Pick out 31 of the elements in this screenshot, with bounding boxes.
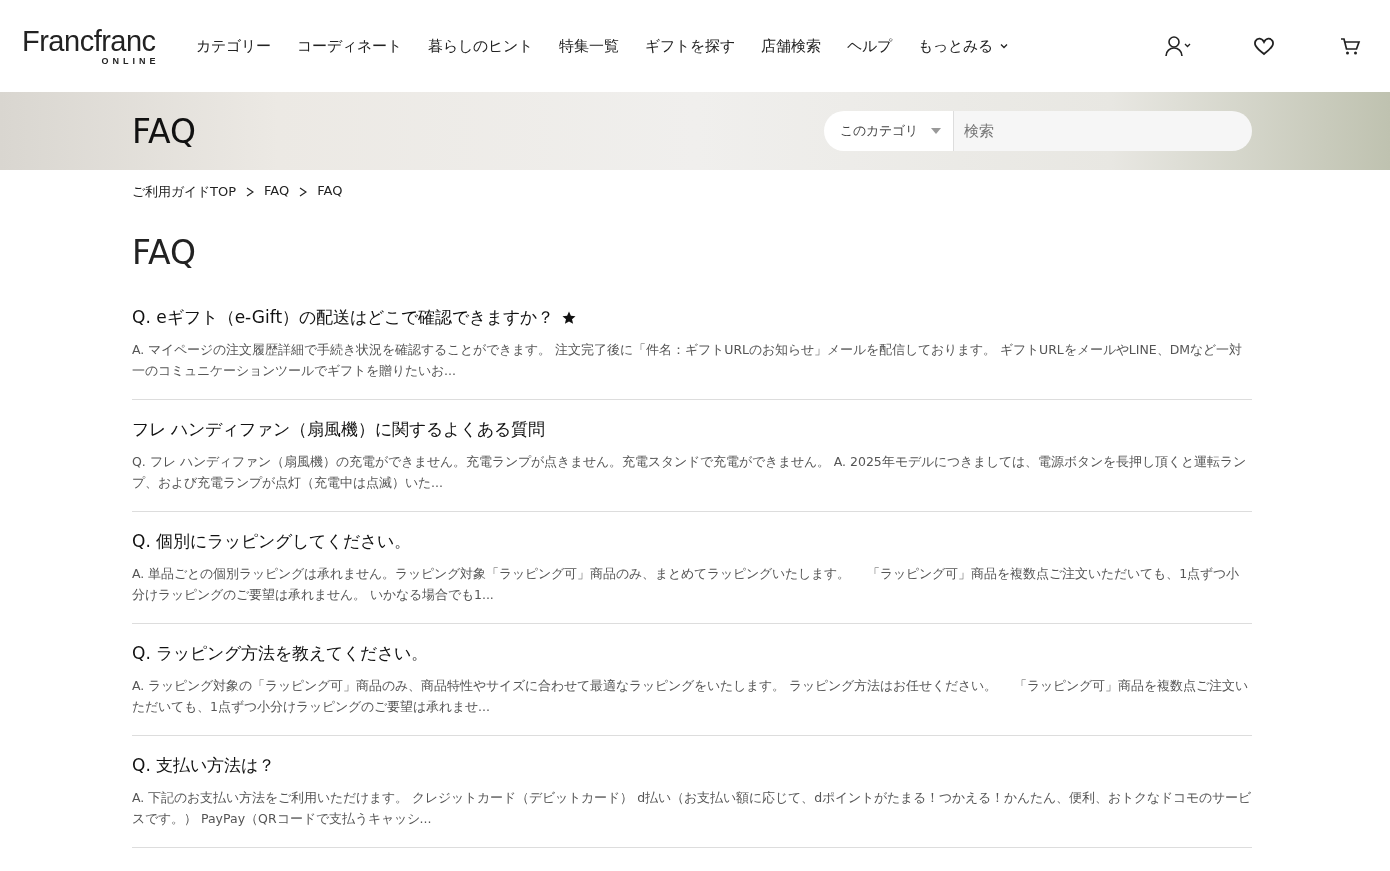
faq-answer: A. マイページの注文履歴詳細で手続き状況を確認することができます。 注文完了後に「件名：ギフトURLのお知らせ」メールを配信しております。 ギフトURLをメールやLINE、DMなど一対一のコミュニケーションツールでギフトを贈りたいお...	[132, 341, 1244, 380]
page-title: FAQ	[132, 233, 197, 272]
faq-answer: A. 下記のお支払い方法をご利用いただけます。 クレジットカード（デビットカード） d払い（お支払い額に応じて、dポイントがたまる！つかえる！かんたん、便利、おトクなドコモのサービスです。） PayPay（QRコードで支払うキャッシ...	[132, 789, 1252, 828]
faq-question[interactable]: Q. eギフト（e-Gift）の配送はどこで確認できますか？	[132, 306, 1252, 329]
faq-question[interactable]: Q. ラッピング方法を教えてください。	[132, 642, 1252, 665]
breadcrumb-link[interactable]: FAQ	[264, 183, 290, 201]
breadcrumb-link[interactable]: ご利用ガイドTOP	[132, 183, 236, 201]
nav-link[interactable]: もっとみる	[917, 36, 1009, 56]
breadcrumb-link[interactable]: FAQ	[317, 183, 343, 201]
chevron-down-icon	[998, 41, 1009, 51]
heart-icon[interactable]	[1251, 35, 1277, 57]
banner-title: FAQ	[132, 111, 196, 151]
user-icon[interactable]	[1165, 35, 1191, 57]
faq-answer: Q. フレ ハンディファン（扇風機）の充電ができません。充電ランプが点きません。充電スタンドで充電ができません。 A. 2025年モデルにつきましては、電源ボタンを長押し頂くと運転ランプ、および充電ランプが点灯（充電中は点滅）いた...	[132, 453, 1247, 492]
faq-answer: A. ラッピング対象の「ラッピング可」商品のみ、商品特性やサイズに合わせて最適なラッピングをいたします。 ラッピング方法はお任せください。 「ラッピング可」商品を複数点ご注文いただいても、1点ずつ小分けラッピングのご要望は承れませ...	[132, 677, 1250, 716]
search-field[interactable]: 検索	[954, 111, 1252, 151]
faq-answer: A. 単品ごとの個別ラッピングは承れません。ラッピング対象「ラッピング可」商品のみ、まとめてラッピングいたします。 「ラッピング可」商品を複数点ご注文いただいても、1点ずつ小分けラッピングのご要望は承れません。 いかなる場合でも1...	[132, 565, 1241, 604]
nav-link[interactable]: ギフトを探す	[644, 36, 735, 56]
faq-question[interactable]: Q. 個別にラッピングしてください。	[132, 530, 1252, 553]
nav-link[interactable]: 店舗検索	[760, 36, 821, 56]
faq-question[interactable]: フレ ハンディファン（扇風機）に関するよくある質問	[132, 418, 1252, 441]
nav-link[interactable]: コーディネート	[296, 36, 402, 56]
logo-subtitle: ONLINE	[101, 56, 160, 66]
nav-link[interactable]: 特集一覧	[558, 36, 619, 56]
category-dropdown[interactable]: このカテゴリ	[824, 111, 954, 151]
faq-question[interactable]: Q. 支払い方法は？	[132, 754, 1252, 777]
nav-link[interactable]: ヘルプ	[846, 36, 892, 56]
dropdown-caret-icon	[931, 127, 941, 135]
nav-link[interactable]: 暮らしのヒント	[427, 36, 533, 56]
nav-link[interactable]: カテゴリー	[195, 36, 271, 56]
logo-text[interactable]: Francfranc	[22, 26, 156, 56]
